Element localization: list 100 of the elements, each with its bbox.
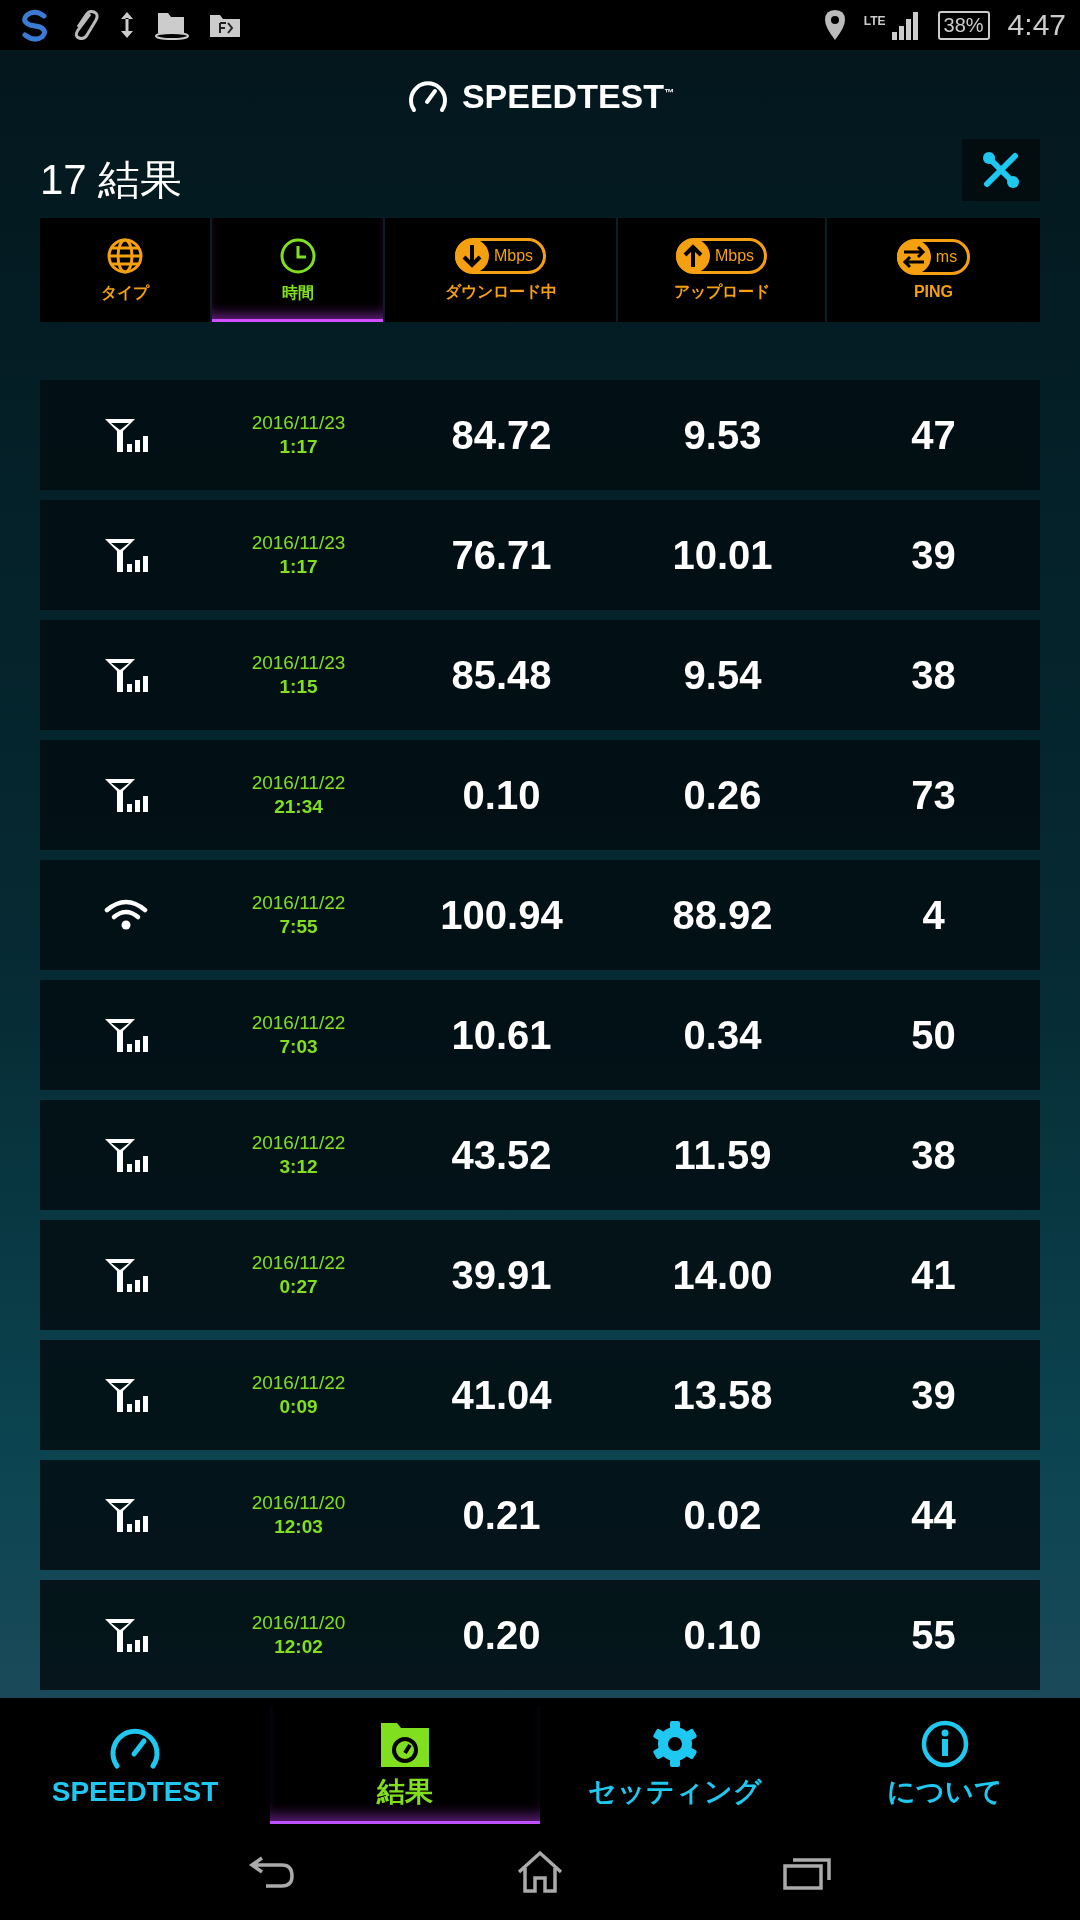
wifi-icon [104,899,148,931]
download-value: 76.71 [451,532,552,578]
upload-value: 0.26 [683,772,762,818]
tools-button[interactable] [962,139,1040,201]
result-date: 2016/11/20 [251,1612,346,1634]
cell-tower-signal-icon [103,537,149,573]
result-date: 2016/11/22 [251,1372,346,1394]
result-row[interactable]: 2016/11/22 7:03 10.61 0.34 50 [40,980,1040,1090]
upload-value: 0.10 [683,1612,762,1658]
cell-tower-signal-icon [103,777,149,813]
unit-label: ms [935,248,958,266]
column-sort-tab[interactable]: タイプ [40,218,212,322]
result-time: 21:34 [274,796,323,818]
cell-tower-signal-icon [103,1617,149,1653]
upload-value: 9.53 [683,412,762,458]
upload-value: 9.54 [683,652,762,698]
column-sort-tab[interactable]: 時間 [212,218,385,322]
upload-value: 88.92 [672,892,773,938]
ping-value: 50 [911,1012,956,1058]
cell-tower-signal-icon [103,1017,149,1053]
download-value: 84.72 [451,412,552,458]
download-value: 0.10 [462,772,541,818]
download-value: 43.52 [451,1132,552,1178]
ping-value: 38 [911,652,956,698]
nav-tab[interactable]: SPEEDTEST [0,1706,270,1824]
result-time: 1:15 [279,676,318,698]
result-time: 0:09 [279,1396,318,1418]
column-sort-tab[interactable]: ms PING [827,218,1040,322]
download-value: 85.48 [451,652,552,698]
ping-value: 55 [911,1612,956,1658]
ping-value: 73 [911,772,956,818]
nav-tab[interactable]: セッティング [540,1706,810,1824]
signal-icon [889,10,920,40]
result-row[interactable]: 2016/11/20 12:02 0.20 0.10 55 [40,1580,1040,1690]
upload-value: 10.01 [672,532,773,578]
ping-value: 39 [911,532,956,578]
result-time: 1:17 [279,436,318,458]
upload-value: 0.34 [683,1012,762,1058]
location-pin-icon [823,9,846,41]
download-value: 39.91 [451,1252,552,1298]
ping-value: 41 [911,1252,956,1298]
upload-value: 11.59 [673,1132,772,1178]
result-time: 12:03 [274,1516,323,1538]
cell-tower-signal-icon [103,1377,149,1413]
result-row[interactable]: 2016/11/22 21:34 0.10 0.26 73 [40,740,1040,850]
result-date: 2016/11/22 [251,772,346,794]
result-time: 12:02 [274,1636,323,1658]
ping-value: 47 [911,412,956,458]
cell-tower-signal-icon [103,1497,149,1533]
result-date: 2016/11/22 [251,1132,346,1154]
download-value: 10.61 [451,1012,552,1058]
result-row[interactable]: 2016/11/23 1:17 76.71 10.01 39 [40,500,1040,610]
cell-tower-signal-icon [103,657,149,693]
column-sort-tab[interactable]: Mbps ダウンロード中 [385,218,618,322]
download-value: 41.04 [451,1372,552,1418]
globe-icon [106,236,144,275]
results-count-title: 17 結果 [40,155,183,205]
result-time: 0:27 [279,1276,318,1298]
cell-tower-signal-icon [103,1137,149,1173]
download-value: 0.21 [462,1492,541,1538]
cell-tower-signal-icon [103,1257,149,1293]
result-date: 2016/11/23 [251,652,346,674]
result-row[interactable]: 2016/11/22 3:12 43.52 11.59 38 [40,1100,1040,1210]
column-sort-tab[interactable]: Mbps アップロード [618,218,827,322]
clock-time: 4:47 [1007,8,1066,42]
cell-tower-signal-icon [103,417,149,453]
result-date: 2016/11/22 [251,1252,346,1274]
upload-value: 14.00 [672,1252,773,1298]
result-row[interactable]: 2016/11/23 1:17 84.72 9.53 47 [40,380,1040,490]
clock-icon [278,236,317,275]
result-row[interactable]: 2016/11/23 1:15 85.48 9.54 38 [40,620,1040,730]
upload-value: 0.02 [683,1492,762,1538]
transfer-arrows-icon [118,10,136,40]
result-date: 2016/11/23 [251,412,346,434]
result-time: 7:55 [279,916,318,938]
ping-value: 39 [911,1372,956,1418]
ping-value: 4 [922,892,945,938]
unit-label: Mbps [493,246,534,265]
result-row[interactable]: 2016/11/22 0:09 41.04 13.58 39 [40,1340,1040,1450]
result-time: 3:12 [279,1156,318,1178]
result-row[interactable]: 2016/11/22 7:55 100.94 88.92 4 [40,860,1040,970]
network-type: LTE [863,14,886,28]
ping-value: 38 [911,1132,956,1178]
result-time: 1:17 [279,556,318,578]
swap-arrows-icon [895,239,932,275]
result-time: 7:03 [279,1036,318,1058]
nav-tab[interactable]: について [810,1706,1080,1824]
result-date: 2016/11/22 [251,1012,346,1034]
result-date: 2016/11/20 [251,1492,346,1514]
download-value: 100.94 [440,892,563,938]
battery-indicator: 38% [937,10,990,40]
result-date: 2016/11/23 [251,532,346,554]
download-value: 0.20 [462,1612,541,1658]
result-row[interactable]: 2016/11/22 0:27 39.91 14.00 41 [40,1220,1040,1330]
app-title: SPEEDTEST$^{™}$ [461,76,675,116]
upload-value: 13.58 [672,1372,773,1418]
unit-label: Mbps [714,246,755,265]
result-date: 2016/11/22 [251,892,346,914]
nav-tab[interactable]: 結果 [270,1706,540,1824]
result-row[interactable]: 2016/11/20 12:03 0.21 0.02 44 [40,1460,1040,1570]
